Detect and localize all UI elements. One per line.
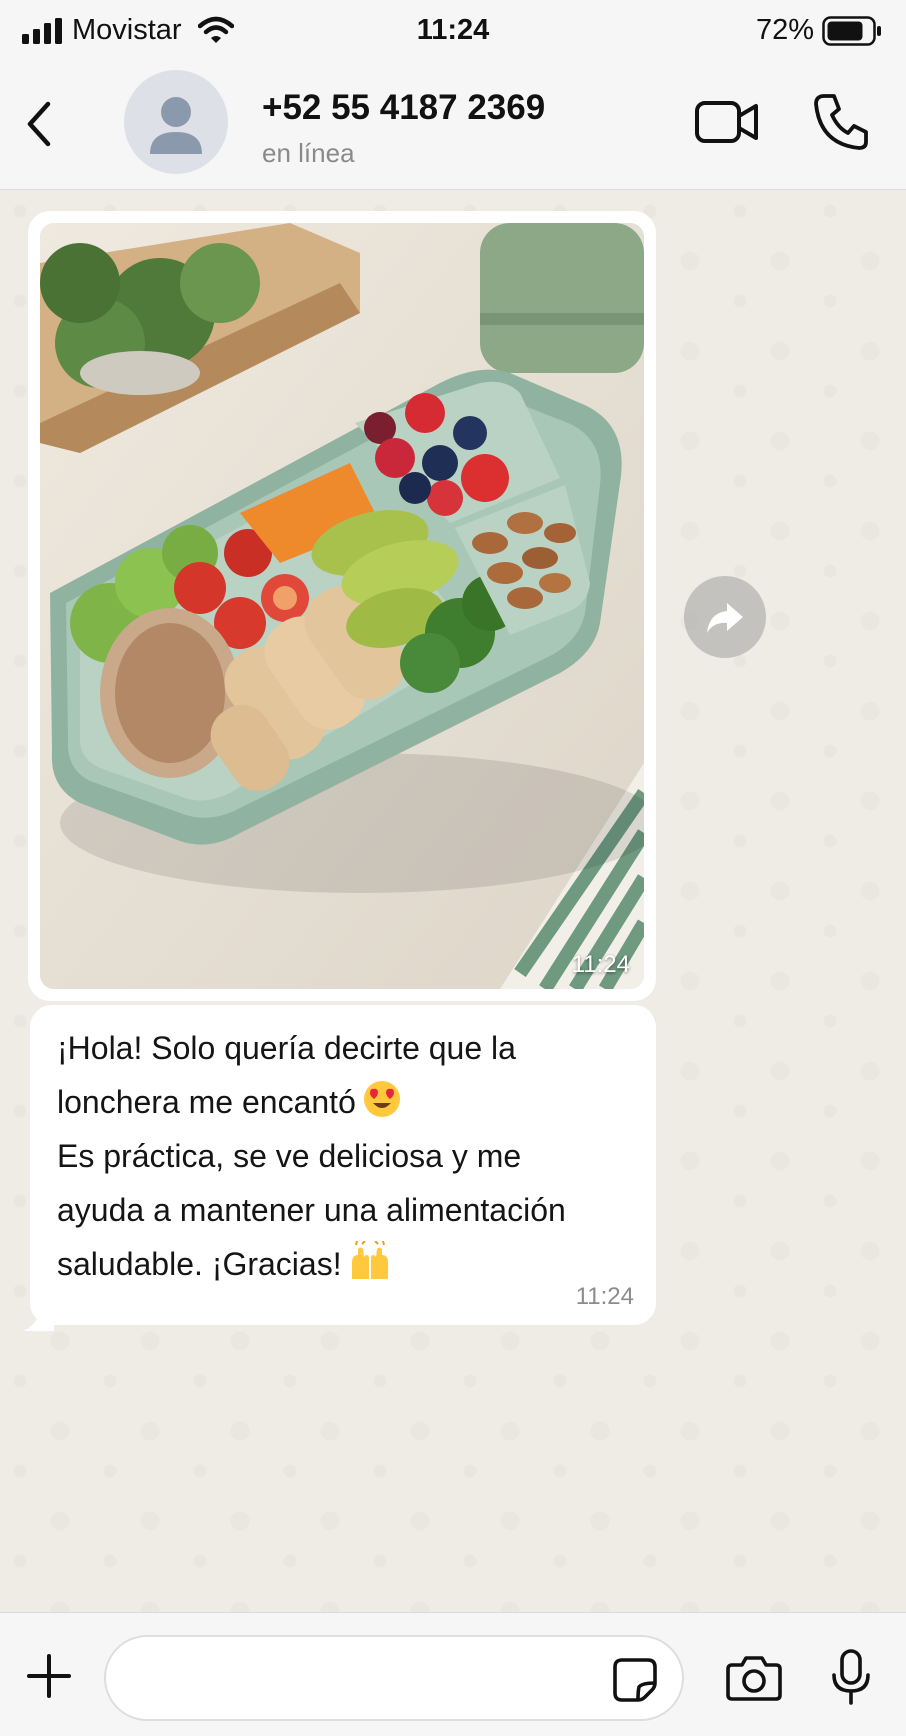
- sticker-icon[interactable]: [612, 1657, 658, 1703]
- message-line: lonchera me encantó: [57, 1075, 630, 1129]
- plus-icon[interactable]: [26, 1653, 72, 1699]
- video-camera-icon[interactable]: [694, 96, 760, 148]
- contact-name[interactable]: +52 55 4187 2369: [262, 88, 545, 128]
- forward-button[interactable]: [684, 576, 766, 658]
- forward-arrow-icon: [707, 603, 743, 633]
- battery-icon: [822, 16, 881, 46]
- contact-avatar[interactable]: [124, 70, 228, 174]
- battery-percentage: 72%: [755, 14, 814, 46]
- message-line: saludable. ¡Gracias!: [57, 1237, 630, 1291]
- image-message-time: 11:24: [571, 951, 630, 978]
- camera-icon[interactable]: [726, 1653, 782, 1701]
- back-button-chevron-left-icon[interactable]: [18, 96, 62, 152]
- lunch-box-illustration: [40, 223, 644, 989]
- microphone-icon[interactable]: [830, 1649, 872, 1705]
- raising-hands-emoji-icon: [351, 1241, 388, 1279]
- contact-status: en línea: [262, 138, 355, 168]
- heart-eyes-emoji-icon: [363, 1081, 400, 1117]
- image-message-bubble[interactable]: 11:24: [28, 211, 656, 1001]
- chat-header: +52 55 4187 2369 en línea: [0, 62, 906, 190]
- message-line: ¡Hola! Solo quería decirte que la: [57, 1030, 516, 1066]
- message-line: ayuda a mantener una alimentación: [57, 1192, 566, 1228]
- chat-area: 11:24 ¡Hola! Solo quería decirte que la …: [0, 191, 906, 1612]
- status-bar: Movistar 11:24 72%: [0, 0, 906, 62]
- message-line: Es práctica, se ve deliciosa y me: [57, 1138, 522, 1174]
- lunch-box-photo[interactable]: 11:24: [40, 223, 644, 989]
- text-message-bubble[interactable]: ¡Hola! Solo quería decirte que la lonche…: [30, 1005, 656, 1325]
- input-bar: [0, 1612, 906, 1736]
- default-user-icon: [150, 97, 202, 154]
- message-input[interactable]: [104, 1635, 684, 1721]
- phone-icon[interactable]: [812, 92, 868, 150]
- text-message-time: 11:24: [575, 1283, 634, 1310]
